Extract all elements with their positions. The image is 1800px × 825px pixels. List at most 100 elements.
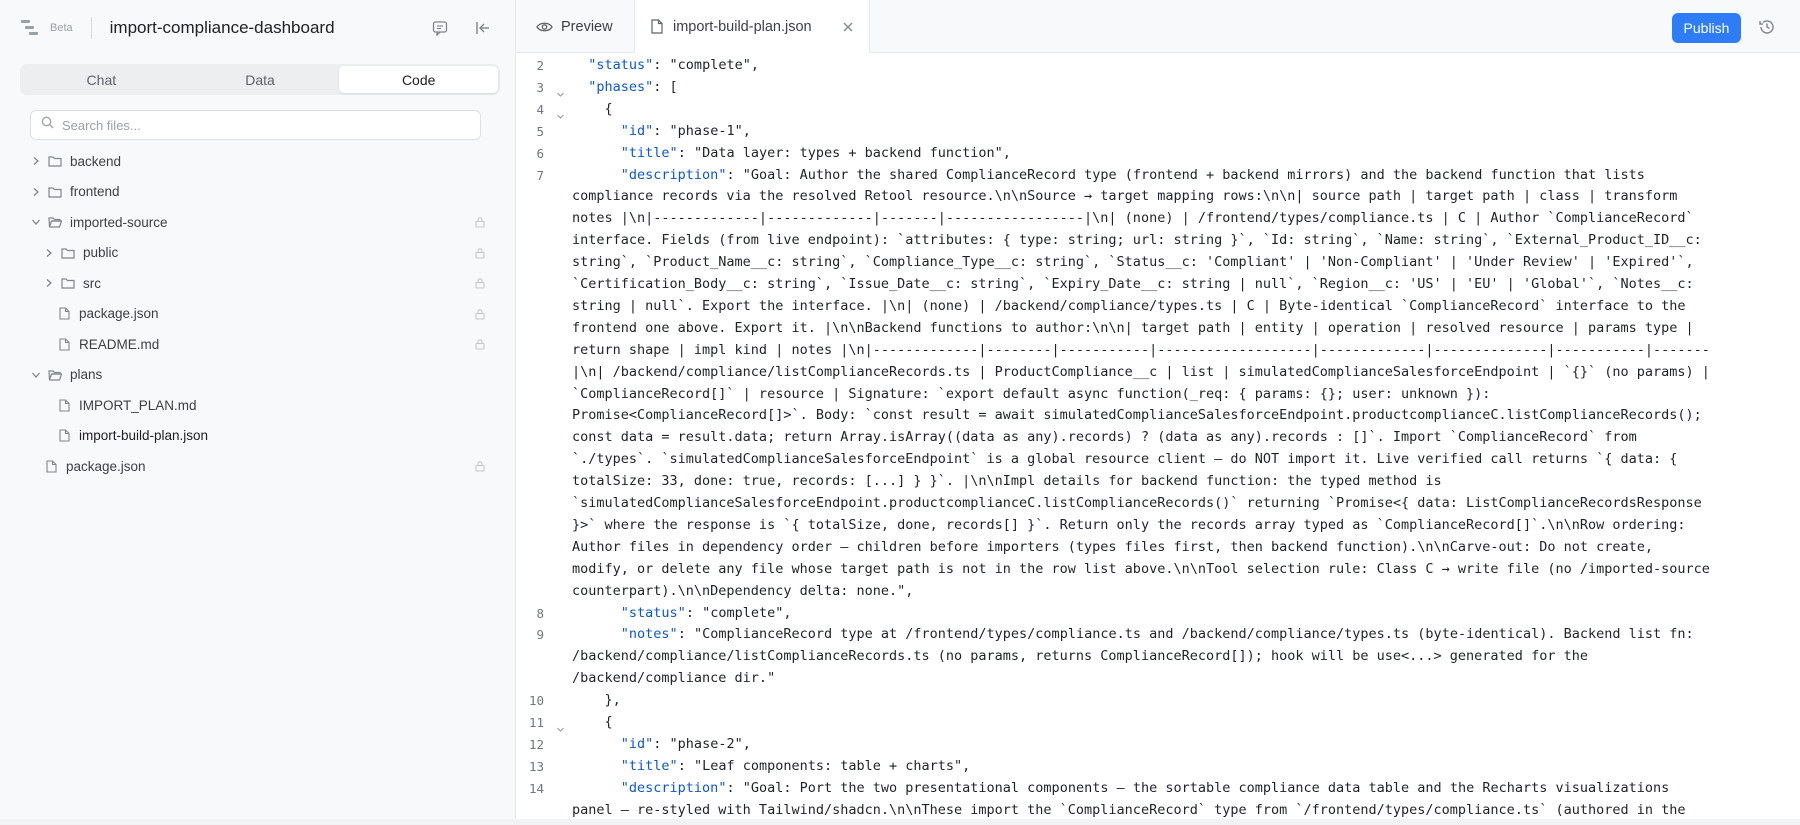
tree-item-imported-source[interactable]: imported-source bbox=[0, 207, 516, 238]
code-line: "id": "phase-1", bbox=[620, 122, 751, 139]
line-gutter: 2 3 4 5 6 7 8 9 10 11 12 13 14 bbox=[516, 53, 564, 819]
file-icon bbox=[57, 398, 71, 412]
line-number: 7 bbox=[536, 167, 544, 183]
code-line: /backend/compliance/listComplianceRecord… bbox=[572, 648, 1588, 665]
tree-item-package-json[interactable]: package.json bbox=[0, 299, 516, 330]
lock-icon bbox=[474, 216, 486, 228]
tree-item-label: IMPORT_PLAN.md bbox=[79, 397, 197, 413]
line-number: 6 bbox=[536, 145, 544, 161]
tree-item-package-json[interactable]: package.json bbox=[0, 451, 516, 482]
code-line: compliance records via the resolved Reto… bbox=[572, 188, 1678, 205]
code-line: /backend/compliance dir." bbox=[572, 670, 776, 687]
line-number: 3 bbox=[536, 79, 544, 95]
chevron-right-icon[interactable] bbox=[43, 247, 55, 259]
tree-item-label: imported-source bbox=[70, 214, 168, 230]
code-line: Author files in dependency order — child… bbox=[572, 538, 1653, 555]
tree-item-src[interactable]: src bbox=[0, 268, 516, 299]
chevron-right-icon[interactable] bbox=[30, 155, 42, 167]
code-line: modify, or delete any file whose target … bbox=[572, 560, 1710, 577]
folder-icon bbox=[61, 246, 75, 260]
sidebar: Beta import-compliance-dashboard Chat Da… bbox=[0, 0, 516, 825]
tab-data[interactable]: Data bbox=[181, 66, 340, 93]
folder-icon bbox=[48, 185, 62, 199]
fold-chevron-icon[interactable] bbox=[556, 108, 566, 119]
code-line: counterpart).\n\nDependency delta: none.… bbox=[572, 582, 914, 599]
chevron-right-icon[interactable] bbox=[30, 186, 42, 198]
tree-item-label: public bbox=[83, 245, 119, 261]
line-number: 9 bbox=[536, 627, 544, 643]
sidebar-header: Beta import-compliance-dashboard bbox=[0, 0, 515, 56]
file-icon bbox=[57, 307, 71, 321]
chevron-right-icon[interactable] bbox=[43, 277, 55, 289]
tree-item-label: package.json bbox=[66, 458, 146, 474]
tab-code[interactable]: Code bbox=[339, 66, 499, 93]
code-line: Promise<ComplianceRecord[]>`. Body: `con… bbox=[572, 407, 1702, 424]
fold-chevron-icon[interactable] bbox=[556, 86, 566, 97]
tree-item-readme-md[interactable]: README.md bbox=[0, 329, 516, 360]
tree-item-label: backend bbox=[70, 153, 122, 169]
sidebar-tabs: Chat Data Code bbox=[20, 64, 500, 95]
tree-item-import-build-plan-json[interactable]: import-build-plan.json bbox=[0, 421, 516, 452]
tree-item-label: frontend bbox=[70, 184, 120, 200]
tree-item-public[interactable]: public bbox=[0, 238, 516, 269]
line-number: 12 bbox=[528, 736, 544, 752]
code-line: "description": "Goal: Port the two prese… bbox=[620, 779, 1670, 796]
tree-item-import-plan-md[interactable]: IMPORT_PLAN.md bbox=[0, 390, 516, 421]
file-icon bbox=[44, 459, 58, 473]
code-line: return shape | impl kind | notes |\n|---… bbox=[572, 341, 1710, 358]
line-number: 11 bbox=[528, 715, 544, 730]
code-line: |\n| /backend/compliance/listComplianceR… bbox=[572, 363, 1710, 380]
beta-badge: Beta bbox=[50, 22, 73, 34]
file-tree: backend frontend imported-source public src p… bbox=[0, 146, 516, 482]
line-number: 14 bbox=[528, 780, 544, 796]
chat-icon[interactable] bbox=[430, 18, 450, 38]
search-input[interactable] bbox=[62, 117, 462, 133]
code-line: "description": "Goal: Author the shared … bbox=[620, 166, 1645, 183]
code-line: frontend one above. Export it. |\n\nBack… bbox=[572, 319, 1694, 336]
chevron-down-icon[interactable] bbox=[30, 216, 42, 228]
code-line: string`, `Product_Name__c: string`, `Com… bbox=[572, 254, 1694, 271]
close-icon[interactable] bbox=[843, 22, 853, 32]
tab-preview-label: Preview bbox=[561, 18, 613, 35]
folder-icon bbox=[61, 276, 75, 290]
history-icon[interactable] bbox=[1758, 18, 1776, 36]
tree-item-frontend[interactable]: frontend bbox=[0, 177, 516, 208]
project-name: import-compliance-dashboard bbox=[109, 18, 335, 37]
tree-item-label: README.md bbox=[79, 336, 160, 352]
code-line: string | null`. Export the interface. |\… bbox=[572, 297, 1686, 314]
header-divider bbox=[90, 17, 92, 39]
search-icon bbox=[41, 116, 54, 134]
publish-button[interactable]: Publish bbox=[1672, 13, 1741, 43]
code-line: panel — re-styled with Tailwind/shadcn.\… bbox=[572, 801, 1686, 818]
bottom-strip bbox=[0, 819, 1800, 825]
collapse-sidebar-icon[interactable] bbox=[473, 18, 493, 38]
code-line: }>` where the response is `{ totalSize, … bbox=[572, 516, 1686, 533]
code-line: }, bbox=[572, 692, 621, 709]
code-line: { bbox=[572, 714, 613, 730]
code-line: "status": "complete", bbox=[588, 57, 759, 73]
tree-item-plans[interactable]: plans bbox=[0, 360, 516, 391]
lock-icon bbox=[474, 338, 486, 350]
editor-topbar: Preview import-build-plan.json Publish bbox=[516, 0, 1800, 53]
code-line: "title": "Leaf components: table + chart… bbox=[620, 757, 971, 774]
folder-icon bbox=[48, 215, 62, 229]
lock-icon bbox=[474, 460, 486, 472]
code-line: { bbox=[572, 100, 613, 117]
tab-preview[interactable]: Preview bbox=[536, 0, 613, 53]
code-line: `ComplianceRecord[]` | resource | Signat… bbox=[572, 385, 1491, 402]
file-icon bbox=[651, 19, 663, 34]
tab-chat[interactable]: Chat bbox=[22, 66, 181, 93]
tab-file[interactable]: import-build-plan.json bbox=[634, 0, 870, 53]
chevron-down-icon[interactable] bbox=[30, 369, 42, 381]
code-line: const data = result.data; return Array.i… bbox=[572, 429, 1637, 446]
lock-icon bbox=[474, 308, 486, 320]
tree-item-label: import-build-plan.json bbox=[79, 428, 209, 444]
code-line: `Certification_Body__c: string`, `Issue_… bbox=[572, 276, 1694, 292]
fold-chevron-icon[interactable] bbox=[556, 721, 566, 732]
line-number: 5 bbox=[536, 123, 544, 139]
file-icon bbox=[57, 337, 71, 351]
logo-icon[interactable] bbox=[20, 18, 42, 38]
tree-item-backend[interactable]: backend bbox=[0, 146, 516, 177]
line-number: 2 bbox=[536, 58, 544, 73]
code-editor[interactable]: 2 3 4 5 6 7 8 9 10 11 12 13 14 "status": "complete",… bbox=[516, 53, 1800, 819]
